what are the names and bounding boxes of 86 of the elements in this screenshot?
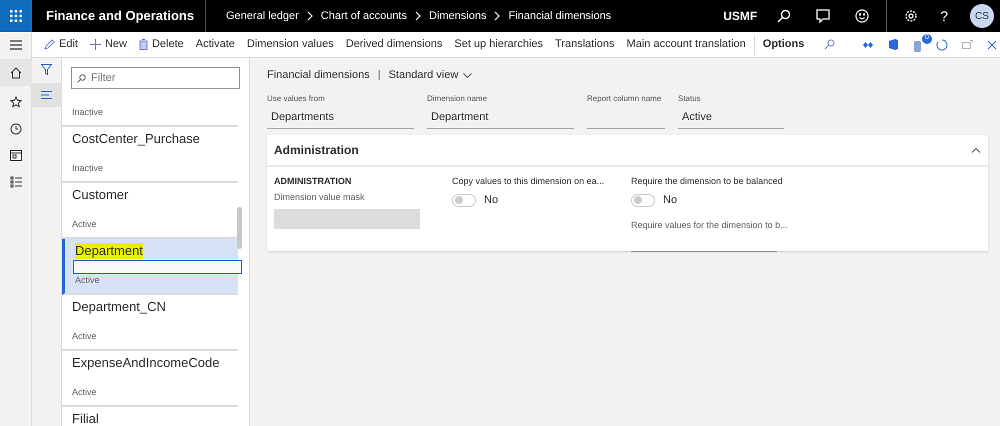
toggle-value: No: [663, 193, 678, 208]
status-label: Inactive: [72, 106, 104, 118]
dimension-name: Department: [75, 243, 143, 259]
text-field[interactable]: Department: [427, 106, 574, 128]
group-title: ADMINISTRATION: [274, 174, 352, 188]
toggle-switch[interactable]: [452, 194, 476, 207]
toolbar-button[interactable]: Set up hierarchies: [448, 32, 550, 57]
list-icon[interactable]: [10, 176, 22, 188]
settings-icon[interactable]: [904, 9, 918, 23]
diamonds-icon[interactable]: [863, 42, 873, 48]
toolbar-button[interactable]: New: [84, 32, 133, 57]
text-field[interactable]: Active: [678, 106, 784, 128]
status-label: Active: [72, 218, 98, 230]
search-icon[interactable]: [777, 9, 792, 23]
clock-icon[interactable]: [10, 123, 22, 135]
pencil-icon: [44, 39, 55, 50]
scrollbar-thumb[interactable]: [237, 207, 242, 249]
chat-icon[interactable]: [816, 9, 830, 23]
filter-icon[interactable]: [41, 64, 52, 75]
chevron-up-icon[interactable]: [971, 146, 981, 152]
company-label[interactable]: USMF: [723, 7, 758, 25]
text-field[interactable]: Departments: [267, 106, 414, 128]
app-launcher-button[interactable]: [0, 0, 32, 32]
list-item[interactable]: Department_CN Active: [62, 295, 238, 351]
chevron-down-icon: [463, 72, 472, 78]
field-label: Use values from: [267, 92, 325, 104]
breadcrumb-link[interactable]: Dimensions: [429, 8, 486, 24]
status-label: Active: [75, 274, 101, 286]
breadcrumb-link[interactable]: General ledger: [226, 8, 299, 24]
breadcrumb-link[interactable]: Chart of accounts: [320, 8, 407, 24]
toolbar-button[interactable]: Options: [756, 32, 810, 57]
toolbar-button[interactable]: Derived dimensions: [340, 32, 448, 57]
field-label: Dimension name: [427, 92, 488, 104]
toolbar-button[interactable]: Translations: [549, 32, 621, 57]
office-icon[interactable]: [889, 39, 898, 50]
list-item[interactable]: Filial: [62, 407, 238, 426]
star-icon[interactable]: [10, 96, 22, 108]
menu-icon[interactable]: [10, 40, 22, 50]
field-label: Dimension value mask: [274, 191, 366, 204]
chevron-right-icon: [306, 11, 313, 21]
toolbar-button[interactable]: Delete: [132, 32, 190, 57]
toolbar-button[interactable]: Dimension values: [240, 32, 340, 57]
view-selector[interactable]: Standard view: [388, 67, 472, 84]
separator-mark: |: [378, 68, 381, 83]
list-item[interactable]: Inactive: [62, 89, 238, 127]
filter-field[interactable]: Filter: [71, 67, 240, 89]
grid-icon: [10, 10, 22, 22]
dimension-name: Filial: [72, 411, 99, 426]
dimension-name: Department_CN: [72, 299, 166, 315]
breadcrumb-link[interactable]: Financial dimensions: [508, 8, 612, 24]
status-label: Inactive: [72, 162, 104, 174]
dimension-name: ExpenseAndIncomeCode: [72, 355, 220, 371]
toolbar-button[interactable]: Edit: [38, 32, 84, 57]
toggle-switch[interactable]: [631, 194, 655, 207]
list-item[interactable]: CostCenter_Purchase Inactive: [62, 127, 238, 183]
dimension-name: Customer: [72, 187, 128, 203]
toggle-label: Require the dimension to be balanced: [631, 174, 784, 188]
list-item[interactable]: ExpenseAndIncomeCode Active: [62, 351, 238, 407]
home-icon[interactable]: [10, 66, 22, 78]
dimension-name: CostCenter_Purchase: [72, 131, 200, 147]
workspace-icon[interactable]: [10, 150, 22, 161]
toggle-label: Copy values to this dimension on ea...: [452, 174, 606, 188]
close-icon[interactable]: [987, 40, 997, 50]
name-edit-field[interactable]: [73, 260, 242, 274]
search-icon: [77, 74, 86, 82]
filter-input[interactable]: Filter: [91, 70, 221, 86]
chevron-right-icon: [415, 11, 421, 21]
plus-icon: [90, 39, 101, 50]
trash-icon: [138, 39, 148, 50]
status-label: Active: [72, 386, 98, 398]
field-label: Status: [678, 92, 701, 104]
page-title: Financial dimensions: [267, 68, 370, 83]
toggle-value: No: [484, 193, 498, 208]
smiley-icon[interactable]: [855, 9, 870, 23]
help-icon[interactable]: ?: [940, 6, 948, 26]
refresh-icon[interactable]: [936, 38, 948, 50]
section-title[interactable]: Administration: [274, 140, 359, 158]
field-label: Report column name: [587, 92, 662, 104]
list-view-icon[interactable]: [41, 91, 52, 99]
user-avatar[interactable]: CS: [970, 4, 994, 28]
toolbar-button[interactable]: Activate: [190, 32, 241, 57]
field-label: Require values for the dimension to b...: [631, 218, 788, 232]
toolbar-button[interactable]: Main account translation: [620, 32, 752, 57]
status-label: Active: [72, 330, 98, 342]
chevron-right-icon: [494, 11, 500, 21]
dimension-value-mask-field[interactable]: [274, 208, 420, 228]
